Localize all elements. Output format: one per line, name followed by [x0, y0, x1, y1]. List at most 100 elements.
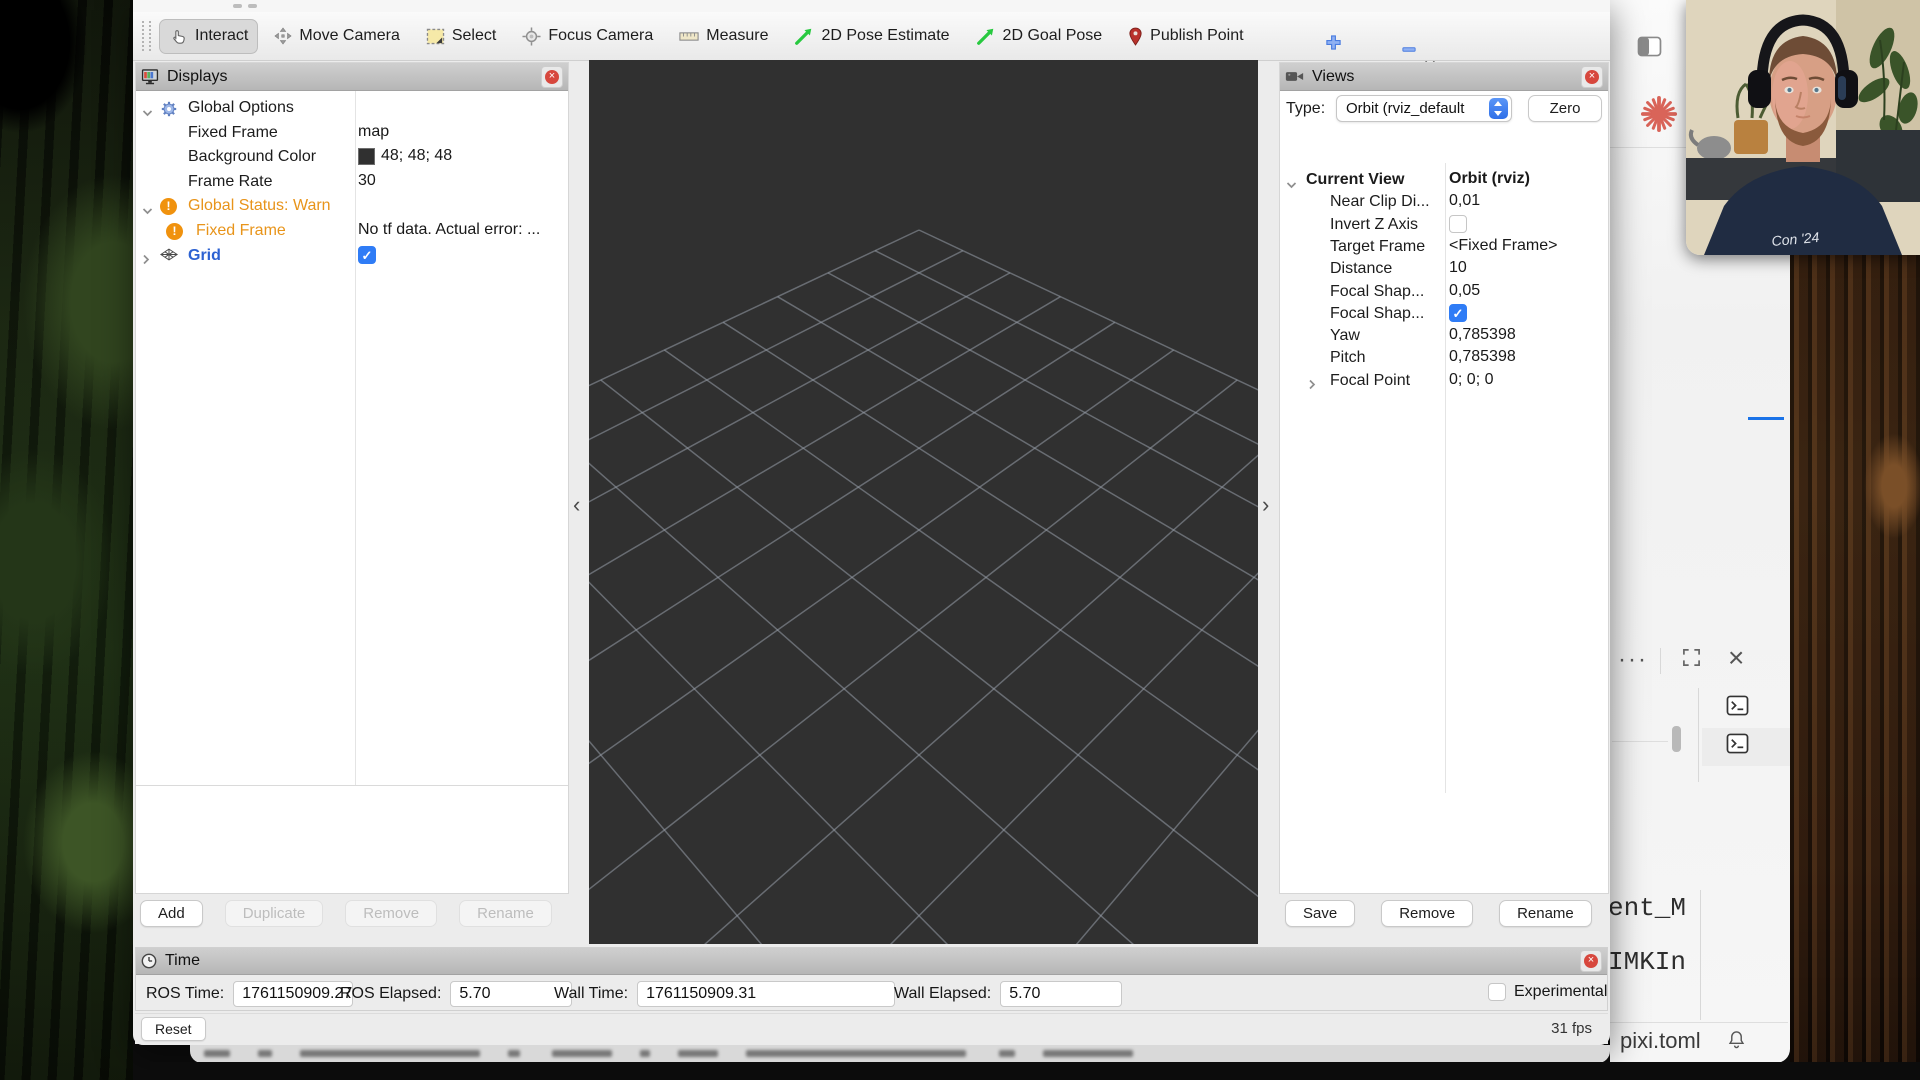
remove-tool-icon[interactable] [1401, 40, 1417, 58]
clock-icon [141, 953, 157, 969]
time-panel-header[interactable]: Time [136, 948, 1607, 975]
ros-time-input[interactable]: 1761150909.27 [233, 981, 353, 1007]
tree-row[interactable]: Target Frame<Fixed Frame> [1280, 236, 1608, 260]
color-swatch[interactable] [358, 148, 375, 165]
chevron-down-icon[interactable] [142, 104, 153, 122]
checkbox[interactable] [358, 246, 376, 264]
property-value[interactable]: 10 [1449, 259, 1605, 277]
bell-icon[interactable] [1728, 1030, 1745, 1054]
property-value[interactable]: 0,785398 [1449, 348, 1605, 366]
tool-move-camera[interactable]: Move Camera [264, 19, 409, 53]
views-remove-button[interactable]: Remove [1381, 900, 1473, 927]
property-value[interactable] [1449, 215, 1605, 233]
close-icon[interactable] [1728, 642, 1744, 674]
property-label: Fixed Frame [188, 124, 278, 142]
fullscreen-icon[interactable] [1682, 648, 1701, 672]
filename-label[interactable]: pixi.toml [1620, 1028, 1701, 1054]
property-label: Global Options [188, 99, 294, 117]
tree-row[interactable]: Pitch0,785398 [1280, 347, 1608, 371]
tool-goal-pose[interactable]: 2D Goal Pose [966, 18, 1113, 54]
close-panel-button[interactable] [541, 66, 563, 88]
tree-row[interactable]: Distance10 [1280, 258, 1608, 282]
splitter[interactable] [136, 785, 568, 786]
tool-measure[interactable]: Measure [669, 19, 778, 53]
property-value[interactable]: 0,785398 [1449, 326, 1605, 344]
terminal-icon[interactable] [1726, 695, 1749, 721]
status-bar: Reset 31 fps [135, 1013, 1608, 1044]
views-save-button[interactable]: Save [1285, 900, 1355, 927]
tree-row[interactable]: Focal Point0; 0; 0 [1280, 370, 1608, 394]
tree-row[interactable]: Grid [136, 245, 568, 269]
tree-row[interactable]: Yaw0,785398 [1280, 325, 1608, 349]
experimental-checkbox[interactable] [1488, 983, 1506, 1001]
property-value[interactable] [1449, 304, 1605, 322]
collapse-right-handle[interactable] [1258, 62, 1278, 944]
chevron-right-icon[interactable] [1308, 377, 1316, 395]
tool-pose-estimate[interactable]: 2D Pose Estimate [784, 18, 959, 54]
tree-row[interactable]: Current View Orbit (rviz) [1280, 169, 1608, 193]
property-value[interactable]: 48; 48; 48 [358, 147, 565, 165]
close-panel-button[interactable] [1580, 950, 1602, 972]
dock-bar[interactable] [190, 1045, 1610, 1063]
3d-viewport[interactable] [589, 60, 1258, 944]
scrollbar-thumb[interactable] [1672, 726, 1681, 752]
tree-row[interactable]: Fixed FrameNo tf data. Actual error: ... [136, 220, 568, 244]
wall-elapsed-input[interactable]: 5.70 [1000, 981, 1122, 1007]
property-label: Invert Z Axis [1330, 216, 1418, 234]
property-value[interactable]: 0,01 [1449, 192, 1605, 210]
tool-select[interactable]: Select [416, 19, 506, 53]
tree-row[interactable]: Focal Shap... [1280, 303, 1608, 327]
zero-button[interactable]: Zero [1528, 95, 1602, 122]
property-value[interactable] [358, 246, 565, 264]
property-value[interactable]: No tf data. Actual error: ... [358, 221, 565, 239]
move-arrows-icon [274, 27, 292, 45]
toolbar-drag-handle[interactable] [142, 21, 151, 51]
wall-time-input[interactable]: 1761150909.31 [637, 981, 895, 1007]
property-value[interactable]: 0,05 [1449, 282, 1605, 300]
tree-row[interactable]: Background Color48; 48; 48 [136, 146, 568, 170]
checkbox[interactable] [1449, 215, 1467, 233]
rviz-toolbar: InteractMove CameraSelectFocus CameraMea… [133, 12, 1610, 61]
tree-row[interactable]: Focal Shap...0,05 [1280, 281, 1608, 305]
tree-row[interactable]: Frame Rate 30 [136, 171, 568, 195]
view-type-select[interactable]: Orbit (rviz_default [1336, 95, 1512, 122]
collapse-left-handle[interactable] [569, 62, 589, 944]
add-tool-icon[interactable] [1325, 34, 1342, 56]
tool-focus-camera[interactable]: Focus Camera [512, 19, 663, 54]
divider [1700, 890, 1701, 1020]
checkbox[interactable] [1449, 304, 1467, 322]
property-value[interactable]: map [358, 123, 565, 141]
editor-text: ent_M [1608, 893, 1686, 923]
displays-panel-header[interactable]: Displays [136, 63, 568, 91]
views-rename-button[interactable]: Rename [1499, 900, 1592, 927]
tool-publish-point[interactable]: Publish Point [1118, 19, 1253, 54]
property-value[interactable]: <Fixed Frame> [1449, 237, 1605, 255]
close-panel-button[interactable] [1581, 66, 1603, 88]
terminal-icon[interactable] [1726, 733, 1749, 759]
tree-row[interactable]: Near Clip Di...0,01 [1280, 191, 1608, 215]
property-value[interactable]: Orbit (rviz) [1449, 170, 1605, 188]
ruler-icon [679, 31, 699, 42]
displays-remove-button[interactable]: Remove [345, 900, 437, 927]
sidebar-toggle-icon[interactable] [1637, 36, 1662, 62]
chevron-down-icon[interactable] [142, 202, 153, 220]
tree-row[interactable]: Fixed Frame map [136, 122, 568, 146]
view-type-label: Type: [1286, 100, 1325, 118]
views-panel-header[interactable]: Views [1280, 63, 1608, 91]
value-text: <Fixed Frame> [1449, 237, 1557, 255]
property-value[interactable]: 0; 0; 0 [1449, 371, 1605, 389]
property-label: Frame Rate [188, 173, 272, 191]
reset-button[interactable]: Reset [141, 1017, 206, 1041]
tree-row[interactable]: Invert Z Axis [1280, 214, 1608, 238]
tree-row[interactable]: Global Options [136, 97, 568, 121]
chevron-right-icon[interactable] [142, 252, 150, 270]
property-label: Current View [1306, 171, 1404, 189]
tool-interact[interactable]: Interact [159, 19, 258, 54]
experimental-label: Experimental [1514, 983, 1607, 1001]
property-value[interactable]: 30 [358, 172, 565, 190]
tree-row[interactable]: Global Status: Warn [136, 195, 568, 219]
more-menu-icon[interactable] [1618, 646, 1648, 674]
displays-rename-button[interactable]: Rename [459, 900, 552, 927]
displays-add-button[interactable]: Add [140, 900, 203, 927]
displays-duplicate-button[interactable]: Duplicate [225, 900, 324, 927]
